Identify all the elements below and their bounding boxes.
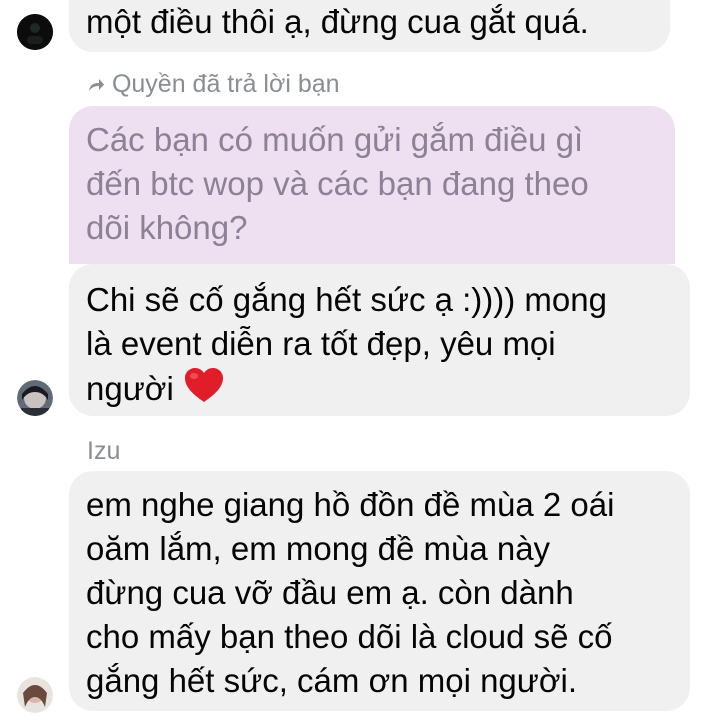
avatar[interactable] (17, 380, 53, 416)
message-text: em nghe giang hồ đồn đề mùa 2 oái oăm lắ… (86, 486, 615, 699)
avatar[interactable] (17, 14, 53, 50)
message-text: Chi sẽ cố gắng hết sức ạ :)))) mong là e… (86, 281, 607, 407)
reply-info-text: Quyền đã trả lời bạn (111, 70, 340, 98)
reply-arrow-icon (89, 79, 104, 91)
reply-indicator: Quyền đã trả lời bạn (87, 69, 340, 99)
avatar-image (17, 14, 53, 50)
avatar[interactable] (17, 677, 53, 713)
red-heart-icon (184, 368, 223, 402)
avatar-image (17, 677, 53, 713)
message-bubble[interactable]: một điều thôi ạ, đừng cua gắt quá. (69, 0, 670, 52)
message-bubble[interactable]: Chi sẽ cố gắng hết sức ạ :)))) mong là e… (69, 264, 690, 416)
avatar-image (17, 380, 53, 416)
quoted-text: Các bạn có muốn gửi gắm điều gì đến btc … (86, 121, 589, 246)
quoted-message[interactable]: Các bạn có muốn gửi gắm điều gì đến btc … (69, 106, 675, 264)
message-text: một điều thôi ạ, đừng cua gắt quá. (86, 3, 589, 40)
message-bubble[interactable]: em nghe giang hồ đồn đề mùa 2 oái oăm lắ… (69, 471, 690, 711)
sender-name: Izu (87, 437, 121, 465)
